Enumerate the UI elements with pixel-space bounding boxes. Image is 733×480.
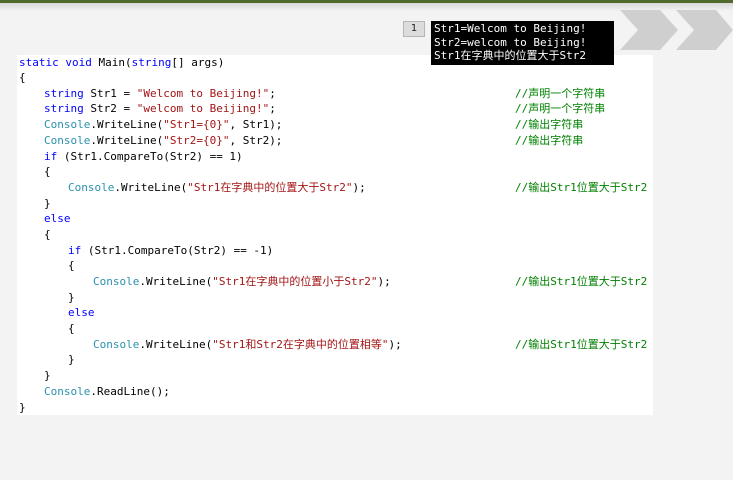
- code-text: );: [352, 181, 366, 194]
- code-line-brace: }: [44, 197, 51, 210]
- code-line-print-equal: Console.WriteLine("Str1和Str2在字典中的位置相等");: [93, 337, 402, 352]
- code-text: ;: [269, 102, 276, 115]
- code-keyword: if: [44, 150, 58, 163]
- code-text: Main(: [91, 56, 132, 69]
- code-type: Console: [44, 134, 91, 147]
- console-line: Str1在字典中的位置大于Str2: [434, 49, 586, 62]
- code-line-print-less: Console.WriteLine("Str1在字典中的位置小于Str2");: [93, 274, 391, 289]
- code-text: .WriteLine(: [139, 275, 213, 288]
- code-line-brace: }: [68, 291, 75, 304]
- code-line-if-less: if (Str1.CompareTo(Str2) == -1): [68, 243, 273, 258]
- code-keyword: if: [68, 244, 82, 257]
- code-text: , Str1);: [229, 118, 283, 131]
- code-text: (Str1.CompareTo(Str2) == 1): [57, 150, 243, 163]
- chevron-right-icon: [676, 10, 733, 50]
- code-comment: //输出Str1位置大于Str2: [515, 338, 648, 351]
- code-line-brace: {: [44, 228, 51, 241]
- code-text: , Str2);: [229, 134, 283, 147]
- code-comment: //输出字符串: [515, 118, 584, 131]
- code-text: .ReadLine();: [90, 385, 170, 398]
- code-type: Console: [68, 181, 115, 194]
- code-string: "Str1在字典中的位置大于Str2": [187, 181, 353, 194]
- code-string: "Str1和Str2在字典中的位置相等": [212, 338, 389, 351]
- code-text: .WriteLine(: [114, 181, 188, 194]
- code-keyword: string: [131, 56, 172, 69]
- code-line-readline: Console.ReadLine();: [44, 384, 170, 399]
- code-line-brace: {: [44, 165, 51, 178]
- code-line-brace: {: [19, 71, 26, 84]
- code-text: (Str1.CompareTo(Str2) == -1): [81, 244, 274, 257]
- code-keyword: string: [44, 87, 84, 100]
- chevrons-decoration: [620, 10, 733, 50]
- code-line-else: else: [44, 211, 71, 226]
- code-type: Console: [44, 118, 91, 131]
- code-text: .WriteLine(: [90, 118, 164, 131]
- code-text: );: [388, 338, 402, 351]
- code-text: [] args): [171, 56, 225, 69]
- code-line-brace: }: [19, 401, 26, 414]
- code-type: Console: [44, 385, 91, 398]
- code-line-print-greater: Console.WriteLine("Str1在字典中的位置大于Str2");: [68, 180, 366, 195]
- code-line-print-str1: Console.WriteLine("Str1={0}", Str1);: [44, 117, 282, 132]
- code-line-brace: {: [68, 322, 75, 335]
- slide-number: 1: [403, 21, 425, 37]
- code-text: Str1 =: [83, 87, 137, 100]
- slide-page: static void Main(string[] args) { string…: [0, 0, 733, 480]
- code-string: "Str1={0}": [163, 118, 230, 131]
- code-text: ;: [269, 87, 276, 100]
- code-line-signature: static void Main(string[] args): [19, 55, 224, 70]
- code-keyword: else: [68, 306, 95, 319]
- code-line-decl-str2: string Str2 = "welcom to Beijing!";: [44, 101, 276, 116]
- code-string: "Str1在字典中的位置小于Str2": [212, 275, 378, 288]
- code-line-brace: }: [68, 353, 75, 366]
- code-line-decl-str1: string Str1 = "Welcom to Beijing!";: [44, 86, 276, 101]
- code-line-brace: {: [68, 259, 75, 272]
- code-string: "welcom to Beijing!": [136, 102, 270, 115]
- code-keyword: static void: [19, 56, 92, 69]
- console-output: Str1=Welcom to Beijing! Str2=welcom to Be…: [431, 21, 614, 65]
- code-string: "Welcom to Beijing!": [136, 87, 270, 100]
- code-comment: //声明一个字符串: [515, 87, 606, 100]
- console-line: Str2=welcom to Beijing!: [434, 35, 587, 49]
- code-comment: //输出Str1位置大于Str2: [515, 181, 648, 194]
- chevron-right-icon: [620, 10, 678, 50]
- code-text: );: [377, 275, 391, 288]
- code-line-brace: }: [44, 369, 51, 382]
- code-line-print-str2: Console.WriteLine("Str2={0}", Str2);: [44, 133, 282, 148]
- code-keyword: else: [44, 212, 71, 225]
- code-comment: //声明一个字符串: [515, 102, 606, 115]
- code-comment: //输出字符串: [515, 134, 584, 147]
- code-text: .WriteLine(: [90, 134, 164, 147]
- code-text: Str2 =: [83, 102, 137, 115]
- console-line: Str1=Welcom to Beijing!: [434, 22, 587, 35]
- code-string: "Str2={0}": [163, 134, 230, 147]
- code-text: .WriteLine(: [139, 338, 213, 351]
- code-line-else: else: [68, 305, 95, 320]
- code-type: Console: [93, 275, 140, 288]
- code-comment: //输出Str1位置大于Str2: [515, 275, 648, 288]
- code-keyword: string: [44, 102, 84, 115]
- code-type: Console: [93, 338, 140, 351]
- code-line-if-greater: if (Str1.CompareTo(Str2) == 1): [44, 149, 243, 164]
